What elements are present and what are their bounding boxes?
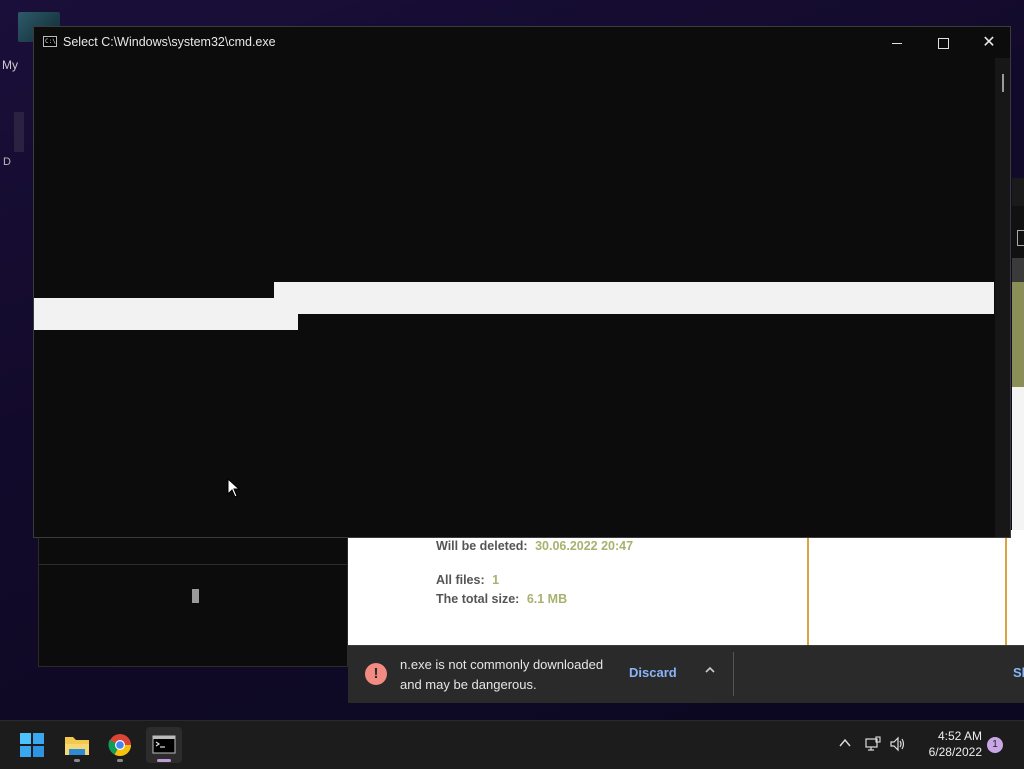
volume-icon[interactable]: [889, 735, 907, 758]
desktop-icon-2-label: D: [3, 156, 11, 168]
chrome-button[interactable]: [102, 727, 138, 763]
download-bar: ! n.exe is not commonly downloaded and m…: [348, 645, 1024, 703]
divider: [733, 652, 734, 696]
background-window-banner: [1012, 282, 1024, 387]
total-size-label: The total size:: [436, 592, 520, 606]
console-output[interactable]: [34, 58, 994, 537]
folder-icon: [65, 737, 89, 755]
panel-border: [807, 530, 809, 645]
panel-border: [1005, 530, 1007, 645]
divider: [39, 564, 347, 565]
show-all-button[interactable]: Sh: [1013, 665, 1024, 680]
all-files-label: All files:: [436, 573, 485, 587]
active-indicator: [157, 759, 171, 762]
background-window-edge: [1012, 258, 1024, 282]
background-window-content: [1012, 387, 1024, 537]
taskbar: 4:52 AM 6/28/2022 1: [0, 720, 1024, 769]
download-warning-text: n.exe is not commonly downloaded and may…: [400, 657, 604, 692]
all-files-row: All files: 1: [436, 573, 499, 587]
file-info-panel: Will be deleted: 30.06.2022 20:47 All fi…: [348, 530, 1024, 645]
total-size-value: 6.1 MB: [526, 592, 568, 606]
scrollbar-thumb[interactable]: [1002, 74, 1004, 92]
text-selection-highlight: [34, 298, 298, 330]
network-icon[interactable]: [864, 735, 882, 758]
file-explorer-button[interactable]: [59, 727, 95, 763]
terminal-icon: [152, 735, 176, 754]
tray-chevron-up-icon[interactable]: [838, 736, 852, 752]
start-button[interactable]: [14, 727, 50, 763]
running-indicator: [74, 759, 80, 762]
will-be-deleted-value: 30.06.2022 20:47: [535, 539, 634, 553]
title-bar[interactable]: C:\ Select C:\Windows\system32\cmd.exe ✕: [34, 27, 1010, 58]
notification-badge[interactable]: 1: [987, 737, 1003, 753]
command-prompt-button[interactable]: [146, 727, 182, 763]
warning-icon: !: [365, 663, 387, 685]
maximize-button[interactable]: [920, 27, 966, 58]
background-window-control: [1017, 230, 1024, 246]
will-be-deleted-row: Will be deleted: 30.06.2022 20:47: [436, 539, 633, 553]
total-size-row: The total size: 6.1 MB: [436, 592, 567, 606]
windows-logo-icon: [20, 733, 44, 757]
desktop-icon-label: My: [2, 58, 18, 72]
text-selection-highlight: [274, 282, 994, 314]
background-window-edge: [1012, 178, 1024, 206]
close-icon: ✕: [982, 34, 996, 51]
all-files-value: 1: [492, 573, 500, 587]
running-indicator: [117, 759, 123, 762]
vertical-scrollbar[interactable]: [995, 58, 1010, 537]
discard-button[interactable]: Discard: [629, 665, 677, 680]
close-button[interactable]: ✕: [966, 27, 1012, 58]
will-be-deleted-label: Will be deleted:: [436, 539, 528, 553]
desktop-icon-2[interactable]: [14, 112, 24, 152]
clock[interactable]: 4:52 AM 6/28/2022: [912, 728, 982, 760]
minimize-icon: [892, 42, 902, 44]
background-panel: [38, 530, 348, 667]
chrome-icon: [108, 734, 131, 756]
text-caret: [192, 589, 199, 603]
clock-date: 6/28/2022: [928, 745, 982, 759]
cmd-window[interactable]: C:\ Select C:\Windows\system32\cmd.exe ✕: [33, 26, 1011, 538]
terminal-icon[interactable]: C:\: [43, 36, 57, 47]
clock-time: 4:52 AM: [937, 729, 982, 743]
mouse-pointer-icon: [227, 477, 241, 503]
maximize-icon: [937, 37, 949, 49]
window-title: Select C:\Windows\system32\cmd.exe: [63, 35, 276, 49]
minimize-button[interactable]: [874, 27, 920, 58]
chevron-up-icon[interactable]: [704, 664, 716, 679]
